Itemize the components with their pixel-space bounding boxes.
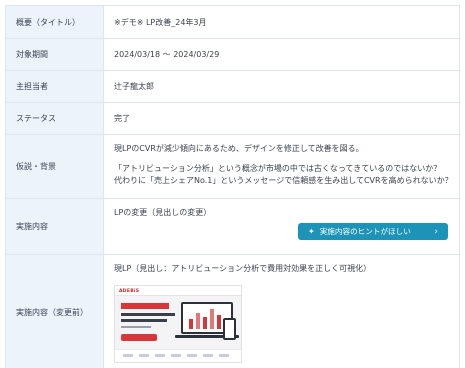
thumbnail-chart-bar <box>210 309 214 329</box>
hint-button-label: 実施内容のヒントがほしい <box>319 227 411 236</box>
value-status: 完了 <box>114 114 130 123</box>
thumbnail-phone <box>223 318 236 340</box>
thumbnail-chart-bar <box>203 317 207 329</box>
implementation-text: LPの変更（見出しの変更） <box>114 208 212 217</box>
thumbnail-chart-bar <box>217 315 221 329</box>
thumbnail-headline-bar <box>121 303 169 309</box>
hypothesis-line: 「アトリビューション分析」という概念が市場の中では古くなってきているのではないか… <box>114 164 442 173</box>
thumbnail-headline-text <box>121 313 175 316</box>
row-hypothesis: 仮説・背景 現LPのCVRが減少傾向にあるため、デザインを修正して改善を図る。 … <box>6 135 459 199</box>
hypothesis-line: 代わりに「売上シェアNo.1」というメッセージで信頼感を生み出してCVRを高めら… <box>114 176 453 185</box>
value-period: 2024/03/18 〜 2024/03/29 <box>114 50 220 59</box>
row-implementation: 実施内容 LPの変更（見出しの変更） ✦ 実施内容のヒントがほしい › <box>6 199 459 255</box>
thumbnail-logo: ADEBiS <box>119 289 140 294</box>
label-period: 対象期間 <box>6 39 104 70</box>
thumbnail-headline-text <box>121 319 167 322</box>
label-implementation: 実施内容 <box>6 199 104 254</box>
detail-table: 概要（タイトル） ※デモ※ LP改善_24年3月 対象期間 2024/03/18… <box>5 5 460 368</box>
row-title: 概要（タイトル） ※デモ※ LP改善_24年3月 <box>6 6 459 39</box>
value-before: 現LP（見出し：アトリビューション分析で費用対効果を正しく可視化） ADEBiS <box>104 255 459 368</box>
chevron-right-icon: › <box>434 226 438 237</box>
hint-button[interactable]: ✦ 実施内容のヒントがほしい › <box>298 223 448 240</box>
sparkle-icon: ✦ <box>308 227 315 236</box>
label-before: 実施内容（変更前） <box>6 255 104 368</box>
row-period: 対象期間 2024/03/18 〜 2024/03/29 <box>6 39 459 71</box>
hypothesis-line: 現LPのCVRが減少傾向にあるため、デザインを修正して改善を図る。 <box>114 144 364 153</box>
value-title: ※デモ※ LP改善_24年3月 <box>114 17 207 27</box>
value-hypothesis: 現LPのCVRが減少傾向にあるため、デザインを修正して改善を図る。 「アトリビュ… <box>104 135 459 198</box>
lp-screenshot-thumbnail[interactable]: ADEBiS <box>114 285 242 363</box>
row-status: ステータス 完了 <box>6 103 459 135</box>
row-before: 実施内容（変更前） 現LP（見出し：アトリビューション分析で費用対効果を正しく可… <box>6 255 459 368</box>
value-implementation: LPの変更（見出しの変更） ✦ 実施内容のヒントがほしい › <box>104 199 459 254</box>
row-owner: 主担当者 辻子龍太郎 <box>6 71 459 103</box>
thumbnail-client-logos <box>115 349 241 362</box>
value-owner: 辻子龍太郎 <box>114 82 154 91</box>
label-title: 概要（タイトル） <box>6 6 104 38</box>
thumbnail-subtext <box>121 326 151 328</box>
thumbnail-chart-bar <box>196 313 200 329</box>
thumbnail-chart-bar <box>189 319 193 329</box>
before-text: 現LP（見出し：アトリビューション分析で費用対効果を正しく可視化） <box>114 264 372 273</box>
label-hypothesis: 仮説・背景 <box>6 135 104 198</box>
label-status: ステータス <box>6 103 104 134</box>
thumbnail-cta <box>121 334 157 341</box>
label-owner: 主担当者 <box>6 71 104 102</box>
